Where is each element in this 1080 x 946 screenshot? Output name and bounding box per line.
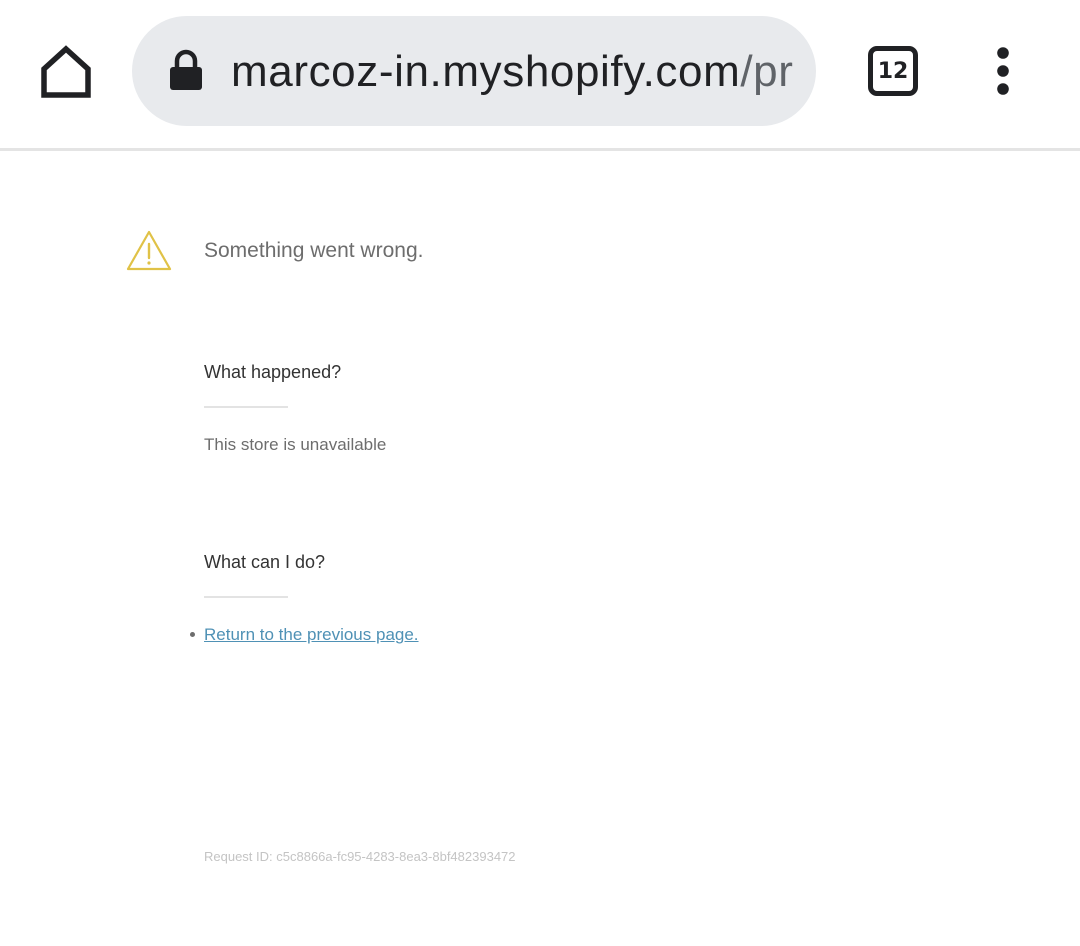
what-happened-title: What happened? (204, 362, 342, 382)
tab-count: 12 (877, 58, 909, 84)
home-icon (41, 45, 91, 98)
url-host: marcoz-in.myshopify.com (231, 47, 741, 96)
what-happened-text: This store is unavailable (204, 435, 387, 454)
browser-toolbar: marcoz-in.myshopify.com/pr 12 (0, 0, 1080, 148)
toolbar-divider (0, 148, 1080, 151)
section-divider (204, 596, 288, 598)
more-vert-icon (997, 47, 1009, 95)
home-button[interactable] (36, 42, 96, 102)
error-heading: Something went wrong. (204, 239, 424, 262)
tab-switcher-button[interactable]: 12 (862, 40, 924, 102)
tab-switcher-icon: 12 (868, 46, 918, 96)
list-bullet (190, 632, 195, 637)
section-divider (204, 406, 288, 408)
what-can-i-do-title: What can I do? (204, 552, 326, 572)
warning-icon (126, 229, 172, 271)
browser-menu-button[interactable] (978, 40, 1028, 102)
return-previous-page-link[interactable]: Return to the previous page. (204, 623, 419, 647)
url-path: /pr (740, 47, 794, 96)
url-text[interactable]: marcoz-in.myshopify.com/pr (231, 42, 797, 102)
lock-icon (168, 48, 204, 92)
request-id: Request ID: c5c8866a-fc95-4283-8ea3-8bf4… (204, 849, 516, 864)
